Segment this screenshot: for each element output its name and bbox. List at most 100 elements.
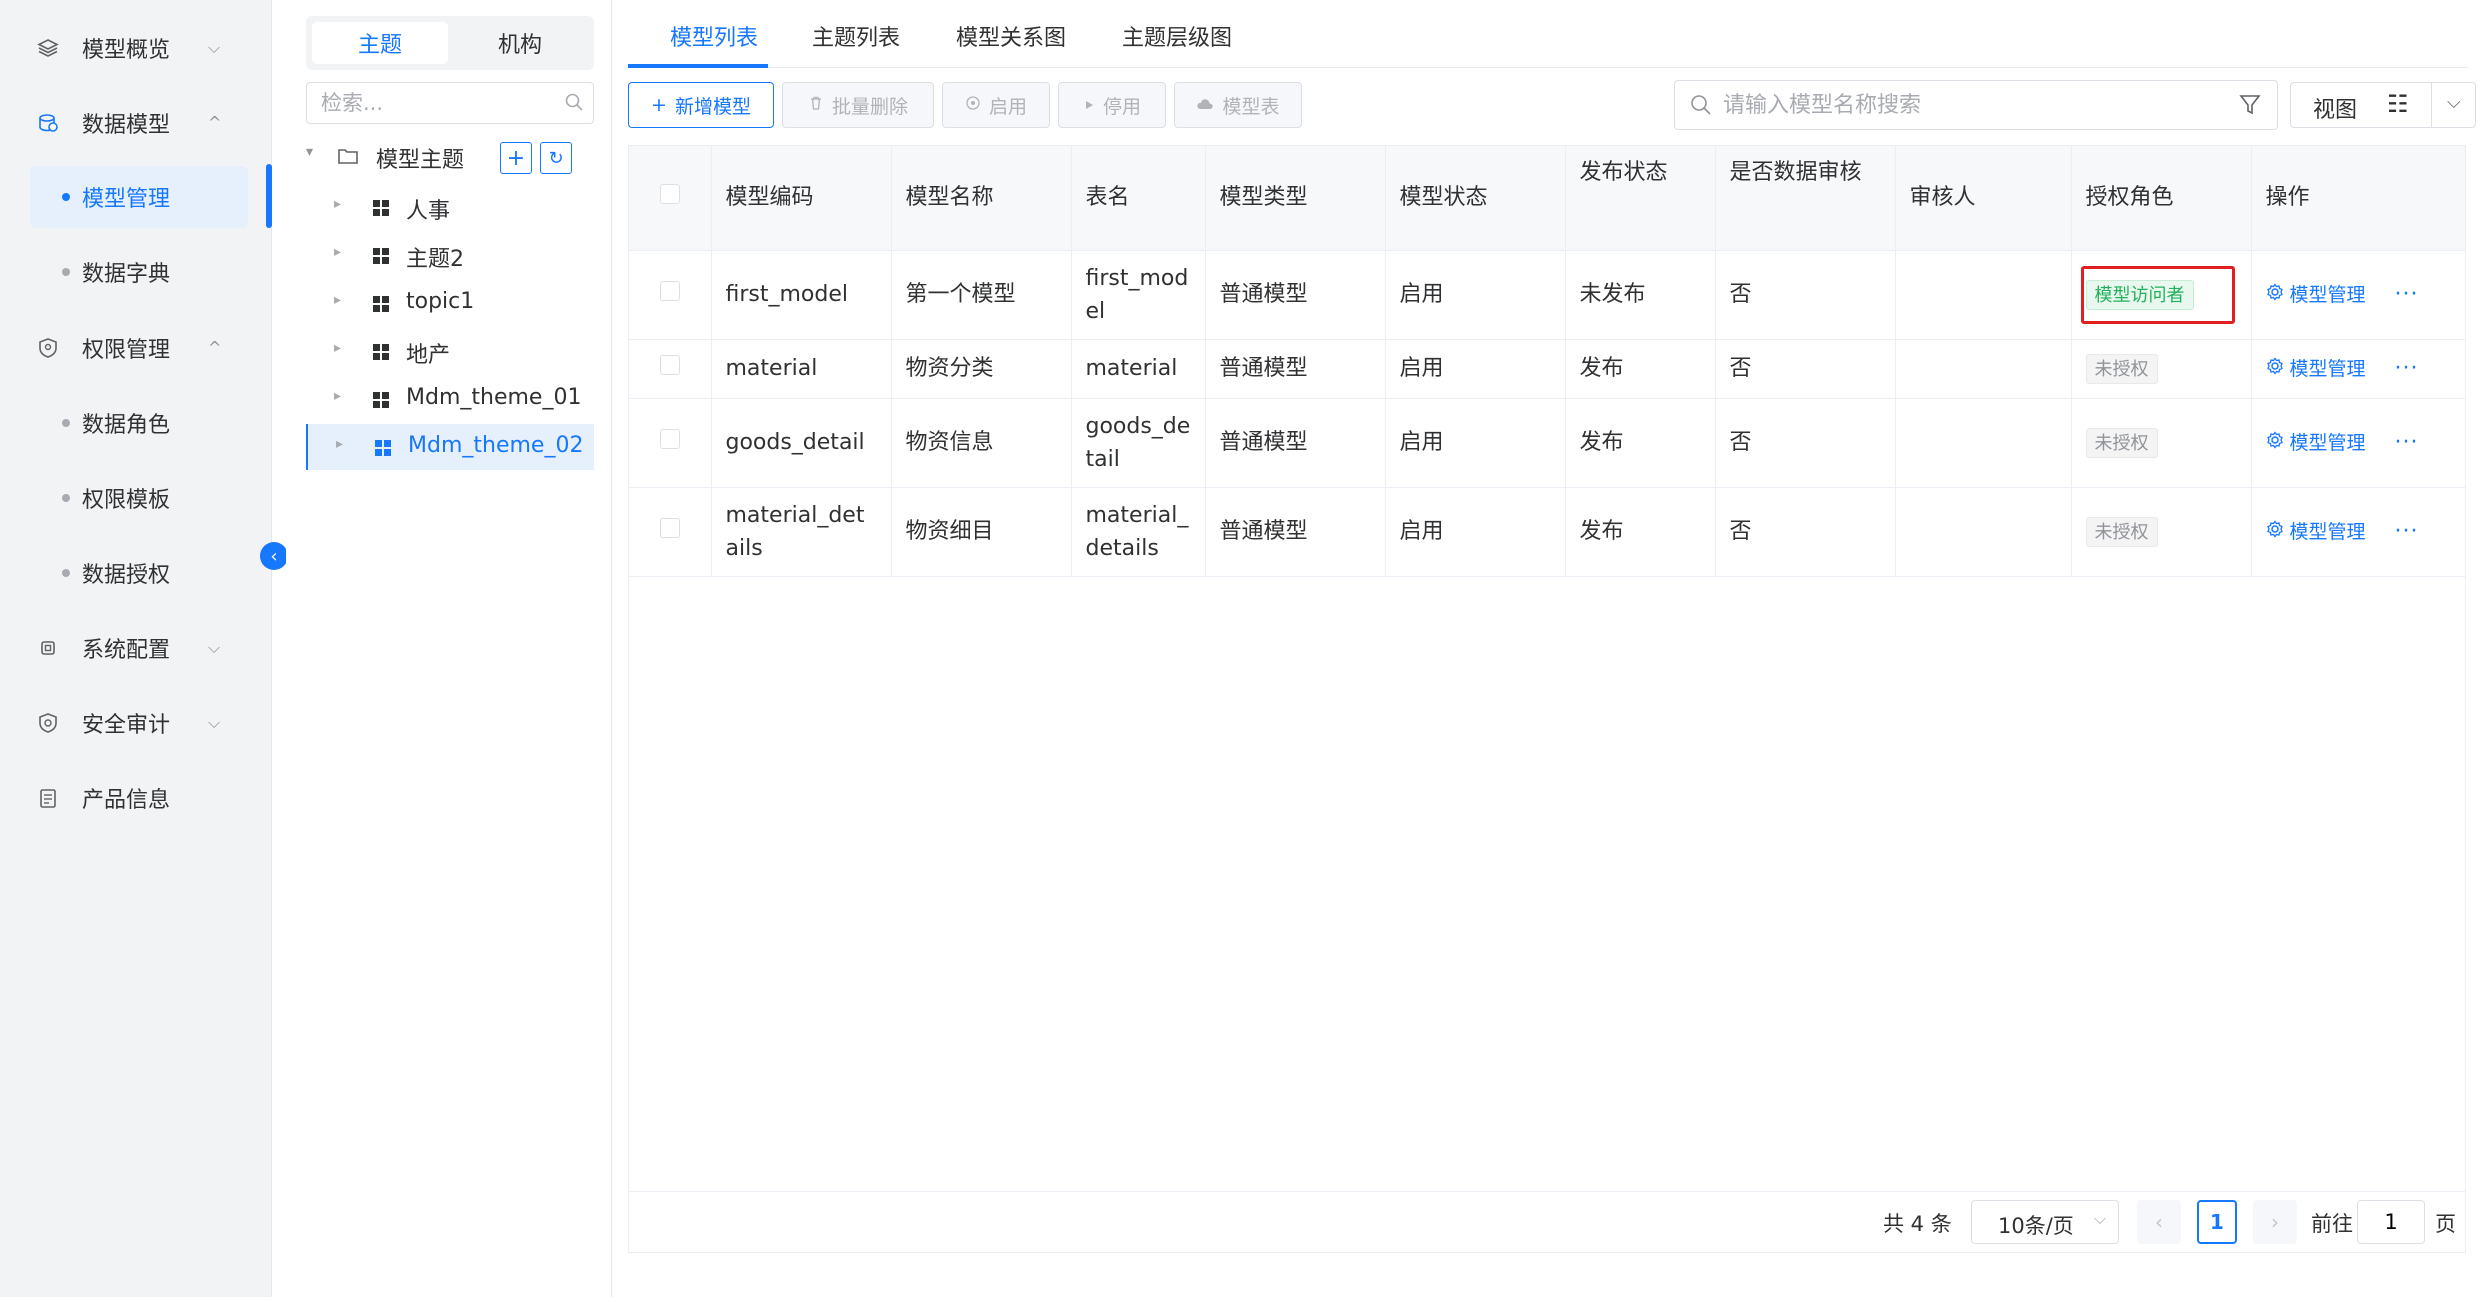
tree-node[interactable]: ▸ 人事 xyxy=(306,184,594,230)
nav-data-dictionary[interactable]: 数据字典 xyxy=(30,241,248,303)
column-header[interactable]: 审核人 xyxy=(1895,146,2072,251)
chevron-down-icon: ⌵ xyxy=(208,712,221,732)
filter-icon[interactable] xyxy=(2239,93,2261,123)
tree-root[interactable]: ▾ 模型主题 + ↻ xyxy=(306,140,606,180)
chevron-down-icon[interactable]: ⌵ xyxy=(2447,92,2461,113)
caret-right-icon[interactable]: ▸ xyxy=(334,244,341,260)
sidebar: 模型概览 ⌵ 数据模型 ^ 模型管理 数据字典 权限管理 ^ 数据角色 权限模板… xyxy=(0,0,272,1297)
tree-search-input[interactable] xyxy=(307,83,557,123)
select-all-checkbox[interactable] xyxy=(659,184,680,205)
plus-icon: + xyxy=(651,94,667,116)
page-number-current[interactable]: 1 xyxy=(2197,1200,2237,1244)
nav-security-audit[interactable]: 安全审计 ⌵ xyxy=(0,685,272,760)
collapse-sidebar-button[interactable]: ‹ xyxy=(260,542,288,570)
nav-permission-template[interactable]: 权限模板 xyxy=(30,467,248,529)
column-header[interactable]: 模型状态 xyxy=(1385,146,1566,251)
nav-model-management[interactable]: 模型管理 xyxy=(30,166,248,228)
next-page-button[interactable]: › xyxy=(2253,1200,2297,1244)
refresh-tree-button[interactable]: ↻ xyxy=(540,142,572,174)
chevron-up-icon: ^ xyxy=(208,113,222,132)
row-checkbox[interactable] xyxy=(659,355,680,375)
nav-product-info[interactable]: 产品信息 xyxy=(0,760,272,835)
cell-table-name: goods_detail xyxy=(1071,398,1206,488)
search-icon[interactable] xyxy=(563,91,585,113)
more-actions-icon[interactable]: ··· xyxy=(2395,430,2419,455)
cell-code: first_model xyxy=(711,250,892,340)
table-row: material_details 物资细目 material_details 普… xyxy=(629,487,2466,577)
row-checkbox[interactable] xyxy=(659,281,680,301)
caret-right-icon[interactable]: ▸ xyxy=(334,340,341,356)
column-header[interactable]: 模型类型 xyxy=(1205,146,1386,251)
column-header[interactable]: 授权角色 xyxy=(2071,146,2252,251)
caret-right-icon[interactable]: ▸ xyxy=(334,388,341,404)
tree-node[interactable]: ▸ 主题2 xyxy=(306,232,594,278)
nav-permission-management[interactable]: 权限管理 ^ xyxy=(0,310,272,385)
page-size-select[interactable]: 10条/页 ⌵ xyxy=(1971,1200,2119,1244)
prev-page-button[interactable]: ‹ xyxy=(2137,1200,2181,1244)
view-switch-button[interactable]: 视图 ☷ ⌵ xyxy=(2290,82,2476,128)
column-header[interactable]: 模型编码 xyxy=(711,146,892,251)
model-manage-link[interactable]: 模型管理 xyxy=(2266,516,2366,549)
caret-right-icon[interactable]: ▸ xyxy=(336,436,343,452)
cell-publish: 未发布 xyxy=(1565,250,1716,340)
bullet-icon xyxy=(62,193,70,201)
more-actions-icon[interactable]: ··· xyxy=(2395,282,2419,307)
nav-label: 系统配置 xyxy=(82,637,171,663)
caret-down-icon[interactable]: ▾ xyxy=(306,144,326,160)
nav-data-model[interactable]: 数据模型 ^ xyxy=(0,85,272,160)
cell-audit: 否 xyxy=(1715,487,1896,577)
shield-icon xyxy=(36,336,60,360)
model-manage-link[interactable]: 模型管理 xyxy=(2266,353,2366,386)
column-header[interactable]: 操作 xyxy=(2251,146,2466,251)
nav-system-config[interactable]: 系统配置 ⌵ xyxy=(0,610,272,685)
tab-model-list[interactable]: 模型列表 xyxy=(670,20,758,52)
table-row: material 物资分类 material 普通模型 启用 发布 否 未授权 … xyxy=(629,339,2466,399)
column-header[interactable]: 是否数据审核 xyxy=(1715,146,1896,251)
row-checkbox[interactable] xyxy=(659,518,680,538)
goto-prefix: 前往 xyxy=(2311,1212,2353,1236)
gear-icon xyxy=(2266,516,2284,549)
batch-delete-label: 批量删除 xyxy=(831,95,908,118)
nav-label: 安全审计 xyxy=(82,712,171,738)
batch-delete-button[interactable]: 批量删除 xyxy=(782,82,934,128)
nav-model-overview[interactable]: 模型概览 ⌵ xyxy=(0,10,272,85)
shield-check-icon xyxy=(36,711,60,735)
add-theme-button[interactable]: + xyxy=(500,142,532,174)
column-header[interactable]: 模型名称 xyxy=(891,146,1072,251)
tab-theme-list[interactable]: 主题列表 xyxy=(812,20,900,52)
grid-icon xyxy=(372,246,390,264)
model-manage-link[interactable]: 模型管理 xyxy=(2266,279,2366,312)
add-model-button[interactable]: + 新增模型 xyxy=(628,82,774,128)
row-checkbox[interactable] xyxy=(659,429,680,449)
chip-icon xyxy=(36,636,60,660)
model-manage-link[interactable]: 模型管理 xyxy=(2266,427,2366,460)
caret-right-icon[interactable]: ▸ xyxy=(334,292,341,308)
nav-label: 数据模型 xyxy=(82,112,171,138)
nav-data-role[interactable]: 数据角色 xyxy=(30,392,248,454)
grid-icon xyxy=(374,438,392,456)
disable-button[interactable]: 停用 xyxy=(1058,82,1166,128)
tab-theme-hierarchy[interactable]: 主题层级图 xyxy=(1122,20,1232,52)
model-manage-label: 模型管理 xyxy=(2289,283,2366,306)
segment-theme[interactable]: 主题 xyxy=(312,22,448,64)
cell-auditor xyxy=(1895,487,2072,577)
segment-organization[interactable]: 机构 xyxy=(452,22,588,64)
column-header[interactable]: 发布状态 xyxy=(1565,146,1716,251)
tab-model-relation[interactable]: 模型关系图 xyxy=(956,20,1066,52)
tree-node[interactable]: ▸ 地产 xyxy=(306,328,594,374)
column-header[interactable]: 表名 xyxy=(1071,146,1206,251)
nav-label: 权限模板 xyxy=(82,488,171,513)
tree-node-selected[interactable]: ▸ Mdm_theme_02 xyxy=(306,424,594,470)
more-actions-icon[interactable]: ··· xyxy=(2395,519,2419,544)
goto-page-input[interactable] xyxy=(2357,1200,2425,1244)
nav-data-authorization[interactable]: 数据授权 xyxy=(30,542,248,604)
tree-node[interactable]: ▸ topic1 xyxy=(306,280,594,326)
model-search-input[interactable] xyxy=(1723,81,2223,129)
model-table-button[interactable]: 模型表 xyxy=(1174,82,1302,128)
disable-label: 停用 xyxy=(1102,95,1141,118)
enable-button[interactable]: 启用 xyxy=(942,82,1050,128)
more-actions-icon[interactable]: ··· xyxy=(2395,356,2419,381)
tree-node[interactable]: ▸ Mdm_theme_01 xyxy=(306,376,594,422)
caret-right-icon[interactable]: ▸ xyxy=(334,196,341,212)
cell-audit: 否 xyxy=(1715,398,1896,488)
